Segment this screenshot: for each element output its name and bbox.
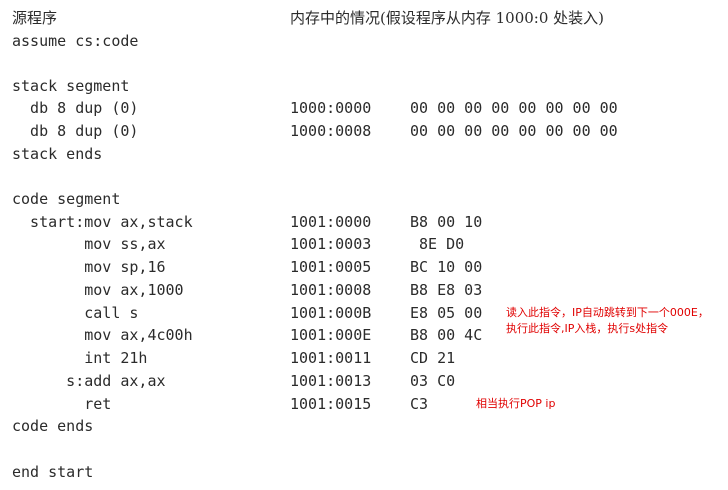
source-code: stack segment (12, 77, 130, 95)
source-code: assume cs:code (12, 32, 139, 50)
code-line: int 21h 1001:0011 CD 21 (0, 347, 728, 369)
source-code: db 8 dup (0) (12, 99, 139, 117)
code-line: ret 1001:0015 C3 (0, 393, 728, 415)
memory-address: 1001:0000 (290, 213, 372, 231)
machine-bytes: 8E D0 (410, 235, 465, 253)
code-line: s:add ax,ax 1001:0013 03 C0 (0, 370, 728, 392)
machine-bytes: 00 00 00 00 00 00 00 00 (410, 99, 618, 117)
memory-address: 1001:0008 (290, 281, 372, 299)
source-code: mov ss,ax (12, 235, 166, 253)
code-line: code segment (0, 188, 728, 210)
machine-bytes: B8 E8 03 (410, 281, 483, 299)
machine-bytes: E8 05 00 (410, 304, 483, 322)
code-line: end start (0, 461, 728, 483)
ret-annotation: 相当执行POP ip (476, 397, 556, 410)
machine-bytes: B8 00 10 (410, 213, 483, 231)
code-line: stack segment (0, 75, 728, 97)
source-code: ret (12, 395, 112, 413)
source-code: end start (12, 463, 94, 481)
machine-bytes: 03 C0 (410, 372, 456, 390)
source-program-header: 源程序 (12, 9, 58, 27)
machine-bytes: C3 (410, 395, 429, 413)
code-line: mov sp,16 1001:0005 BC 10 00 (0, 256, 728, 278)
source-code: call s (12, 304, 139, 322)
call-annotation-line-1: 读入此指令，IP自动跳转到下一个000E， (506, 306, 709, 319)
source-code: s:add ax,ax (12, 372, 166, 390)
header-row: 源程序 内存中的情况(假设程序从内存 1000:0 处装入) (0, 7, 728, 29)
code-line: mov ax,1000 1001:0008 B8 E8 03 (0, 279, 728, 301)
machine-bytes: 00 00 00 00 00 00 00 00 (410, 122, 618, 140)
memory-address: 1000:0008 (290, 122, 372, 140)
code-listing-page: 源程序 内存中的情况(假设程序从内存 1000:0 处装入) assume cs… (0, 0, 728, 490)
machine-bytes: B8 00 4C (410, 326, 483, 344)
source-code: int 21h (12, 349, 148, 367)
source-code: stack ends (12, 145, 103, 163)
source-code: mov ax,4c00h (12, 326, 193, 344)
memory-layout-header: 内存中的情况(假设程序从内存 1000:0 处装入) (290, 9, 605, 27)
memory-address: 1000:0000 (290, 99, 372, 117)
memory-address: 1001:0013 (290, 372, 372, 390)
code-line: assume cs:code (0, 30, 728, 52)
machine-bytes: CD 21 (410, 349, 456, 367)
memory-address: 1001:0005 (290, 258, 372, 276)
memory-address: 1001:0003 (290, 235, 372, 253)
memory-address: 1001:000B (290, 304, 372, 322)
memory-address: 1001:0015 (290, 395, 372, 413)
source-code: mov ax,1000 (12, 281, 184, 299)
code-line: mov ss,ax 1001:0003 8E D0 (0, 233, 728, 255)
code-line: db 8 dup (0) 1000:0000 00 00 00 00 00 00 0… (0, 97, 728, 119)
source-code: code segment (12, 190, 121, 208)
code-line: code ends (0, 415, 728, 437)
memory-address: 1001:000E (290, 326, 372, 344)
memory-address: 1001:0011 (290, 349, 372, 367)
code-line: start:mov ax,stack 1001:0000 B8 00 10 (0, 211, 728, 233)
source-code: db 8 dup (0) (12, 122, 139, 140)
machine-bytes: BC 10 00 (410, 258, 483, 276)
source-code: start:mov ax,stack (12, 213, 193, 231)
call-annotation-line-2: 执行此指令,IP入栈，执行s处指令 (506, 322, 669, 335)
code-line: stack ends (0, 143, 728, 165)
code-line: db 8 dup (0) 1000:0008 00 00 00 00 00 00 0… (0, 120, 728, 142)
source-code: code ends (12, 417, 94, 435)
source-code: mov sp,16 (12, 258, 166, 276)
